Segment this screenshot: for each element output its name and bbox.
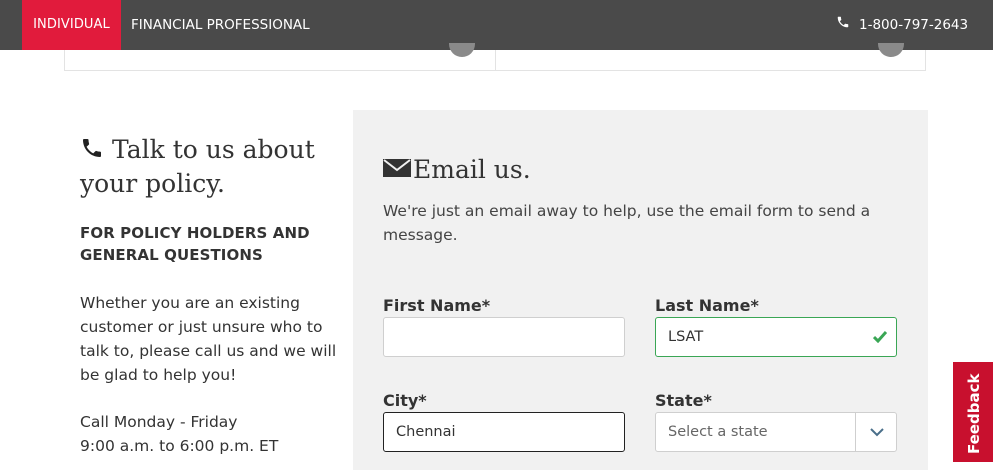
first-name-label: First Name* xyxy=(383,296,491,315)
policy-body-text: Whether you are an existing customer or … xyxy=(80,294,337,384)
email-heading-text: Email us. xyxy=(413,155,531,184)
card-toggle-button-left[interactable] xyxy=(449,43,475,57)
feedback-tab[interactable]: Feedback xyxy=(953,362,993,462)
email-intro-text: We're just an email away to help, use th… xyxy=(383,202,871,244)
phone-icon xyxy=(836,0,859,50)
envelope-icon xyxy=(383,154,413,186)
policy-subheading: FOR POLICY HOLDERS AND GENERAL QUESTIONS xyxy=(80,224,310,264)
phone-number: 1-800-797-2643 xyxy=(859,17,969,33)
email-heading: Email us. xyxy=(383,154,531,186)
city-label: City* xyxy=(383,391,427,410)
select-divider xyxy=(855,413,856,451)
tab-individual[interactable]: INDIVIDUAL xyxy=(22,0,121,50)
talk-section: Talk to us about your policy. FOR POLICY… xyxy=(80,134,340,458)
last-name-label: Last Name* xyxy=(655,296,759,315)
phone-icon xyxy=(80,136,104,168)
card-divider xyxy=(495,50,496,70)
talk-heading: Talk to us about your policy. xyxy=(80,134,340,200)
talk-heading-text: Talk to us about your policy. xyxy=(80,135,315,198)
card-toggle-button-right[interactable] xyxy=(878,43,904,57)
city-input[interactable]: Chennai xyxy=(383,412,625,452)
first-name-input[interactable] xyxy=(383,317,625,357)
chevron-down-icon xyxy=(870,413,884,451)
state-select[interactable]: Select a state xyxy=(655,412,897,452)
last-name-value: LSAT xyxy=(668,329,704,345)
card-strip xyxy=(64,43,926,71)
state-label: State* xyxy=(655,391,712,410)
state-selected-value: Select a state xyxy=(668,424,768,440)
checkmark-icon xyxy=(873,318,887,356)
tab-financial-professional[interactable]: FINANCIAL PROFESSIONAL xyxy=(131,0,310,50)
top-nav-bar: INDIVIDUAL FINANCIAL PROFESSIONAL 1-800-… xyxy=(0,0,993,50)
email-form-panel: Email us. We're just an email away to he… xyxy=(353,110,928,470)
feedback-label: Feedback xyxy=(965,373,983,454)
last-name-input[interactable]: LSAT xyxy=(655,317,897,357)
call-hours-time: 9:00 a.m. to 6:00 p.m. ET xyxy=(80,437,279,455)
call-hours: Call Monday - Friday 9:00 a.m. to 6:00 p… xyxy=(80,410,340,458)
call-hours-days: Call Monday - Friday xyxy=(80,413,238,431)
